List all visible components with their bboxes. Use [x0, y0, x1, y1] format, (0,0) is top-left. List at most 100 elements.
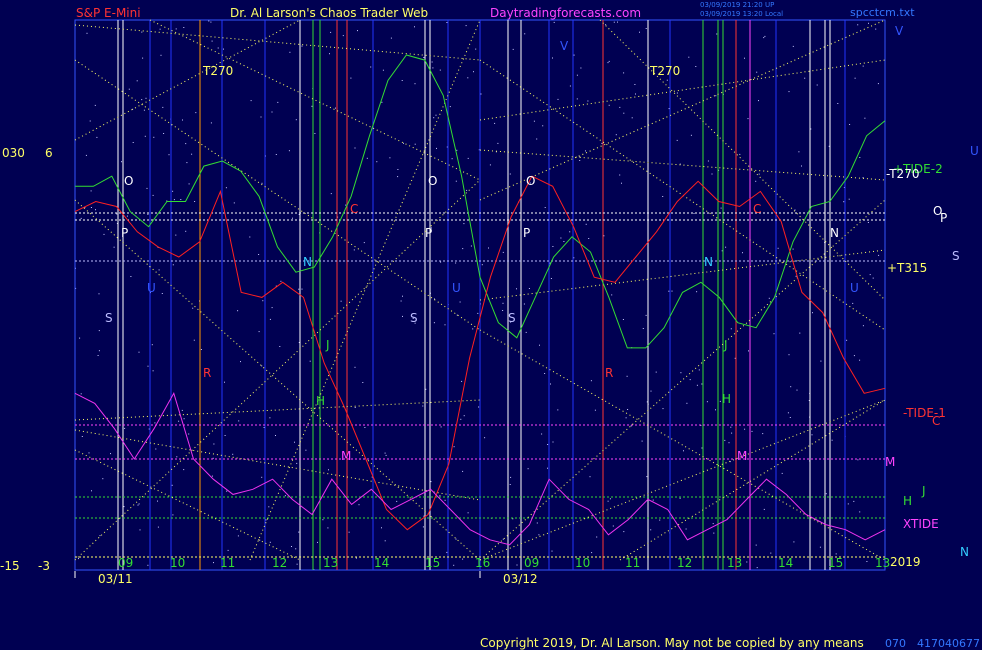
star-dot — [414, 26, 415, 28]
star-dot — [401, 80, 403, 81]
star-dot — [342, 35, 344, 37]
star-dot — [462, 248, 464, 250]
star-dot — [494, 122, 496, 124]
star-dot — [348, 531, 350, 533]
star-dot — [90, 207, 92, 208]
star-dot — [439, 69, 441, 71]
star-dot — [579, 160, 581, 161]
star-dot — [758, 100, 759, 102]
star-dot — [463, 223, 465, 225]
star-dot — [857, 24, 859, 26]
star-dot — [96, 136, 98, 138]
star-dot — [811, 434, 813, 436]
star-dot — [444, 499, 446, 501]
date-label-1: 03/11 — [98, 572, 133, 586]
star-dot — [857, 459, 859, 461]
star-dot — [78, 558, 79, 560]
star-dot — [853, 500, 855, 502]
star-dot — [139, 529, 141, 531]
star-dot — [178, 420, 180, 422]
star-dot — [662, 196, 664, 197]
x-tick-label: 10 — [170, 556, 185, 570]
star-dot — [292, 217, 293, 219]
planet-label: J — [723, 338, 728, 352]
star-dot — [701, 447, 703, 449]
flux-line — [74, 19, 301, 141]
star-dot — [557, 98, 559, 100]
star-dot — [630, 425, 632, 427]
star-dot — [695, 66, 697, 67]
star-dot — [536, 138, 538, 140]
star-dot — [538, 534, 540, 536]
right-planet-label: P — [940, 211, 947, 225]
star-dot — [258, 331, 260, 333]
star-dot — [713, 532, 715, 534]
star-dot — [758, 173, 760, 175]
star-dot — [86, 32, 88, 34]
timestamp-local: 03/09/2019 13:20 Local — [700, 10, 783, 18]
star-dot — [799, 332, 801, 334]
star-dot — [357, 30, 358, 32]
star-dot — [301, 288, 303, 290]
star-dot — [194, 201, 196, 202]
star-dot — [217, 47, 219, 49]
star-dot — [280, 280, 282, 282]
star-dot — [335, 107, 336, 109]
site-url[interactable]: Daytradingforecasts.com — [490, 6, 641, 20]
star-dot — [414, 83, 416, 85]
star-dot — [612, 525, 614, 527]
star-dot — [596, 536, 598, 538]
star-dot — [716, 33, 718, 35]
star-dot — [225, 187, 227, 189]
star-dot — [701, 383, 703, 385]
star-dot — [402, 315, 403, 317]
star-dot — [755, 180, 757, 182]
star-dot — [744, 428, 746, 430]
star-dot — [322, 519, 324, 521]
planet-label: H — [722, 392, 731, 406]
star-dot — [462, 558, 464, 560]
star-dot — [484, 437, 486, 439]
star-dot — [528, 288, 530, 289]
star-dot — [662, 408, 664, 410]
star-dot — [422, 405, 424, 407]
star-dot — [330, 193, 332, 195]
star-dot — [466, 189, 468, 191]
star-dot — [296, 563, 298, 565]
planet-label: R — [605, 366, 613, 380]
star-dot — [615, 134, 617, 136]
star-dot — [866, 561, 868, 562]
star-dot — [552, 441, 554, 443]
star-dot — [569, 231, 571, 233]
star-dot — [309, 360, 311, 362]
star-dot — [666, 79, 668, 81]
star-dot — [362, 382, 364, 383]
flux-line — [479, 329, 886, 561]
star-dot — [864, 117, 866, 119]
star-dot — [467, 77, 469, 79]
star-dot — [819, 546, 821, 548]
star-dot — [547, 467, 548, 469]
star-dot — [138, 503, 140, 505]
star-dot — [739, 153, 741, 155]
star-dot — [502, 538, 504, 540]
star-dot — [467, 512, 469, 514]
star-dot — [748, 350, 749, 352]
star-dot — [153, 136, 155, 138]
right-planet-label: H — [903, 494, 912, 508]
planet-label: U — [147, 281, 156, 295]
star-dot — [686, 402, 688, 404]
star-dot — [171, 484, 173, 486]
star-dot — [168, 154, 170, 156]
planet-label: O — [124, 174, 133, 188]
star-dot — [650, 529, 652, 531]
star-dot — [787, 412, 789, 414]
star-dot — [641, 440, 643, 442]
star-dot — [238, 420, 240, 422]
star-dot — [862, 325, 864, 327]
star-dot — [152, 370, 154, 372]
star-dot — [147, 564, 149, 566]
star-dot — [294, 441, 295, 443]
star-dot — [88, 452, 90, 454]
star-dot — [210, 122, 212, 124]
